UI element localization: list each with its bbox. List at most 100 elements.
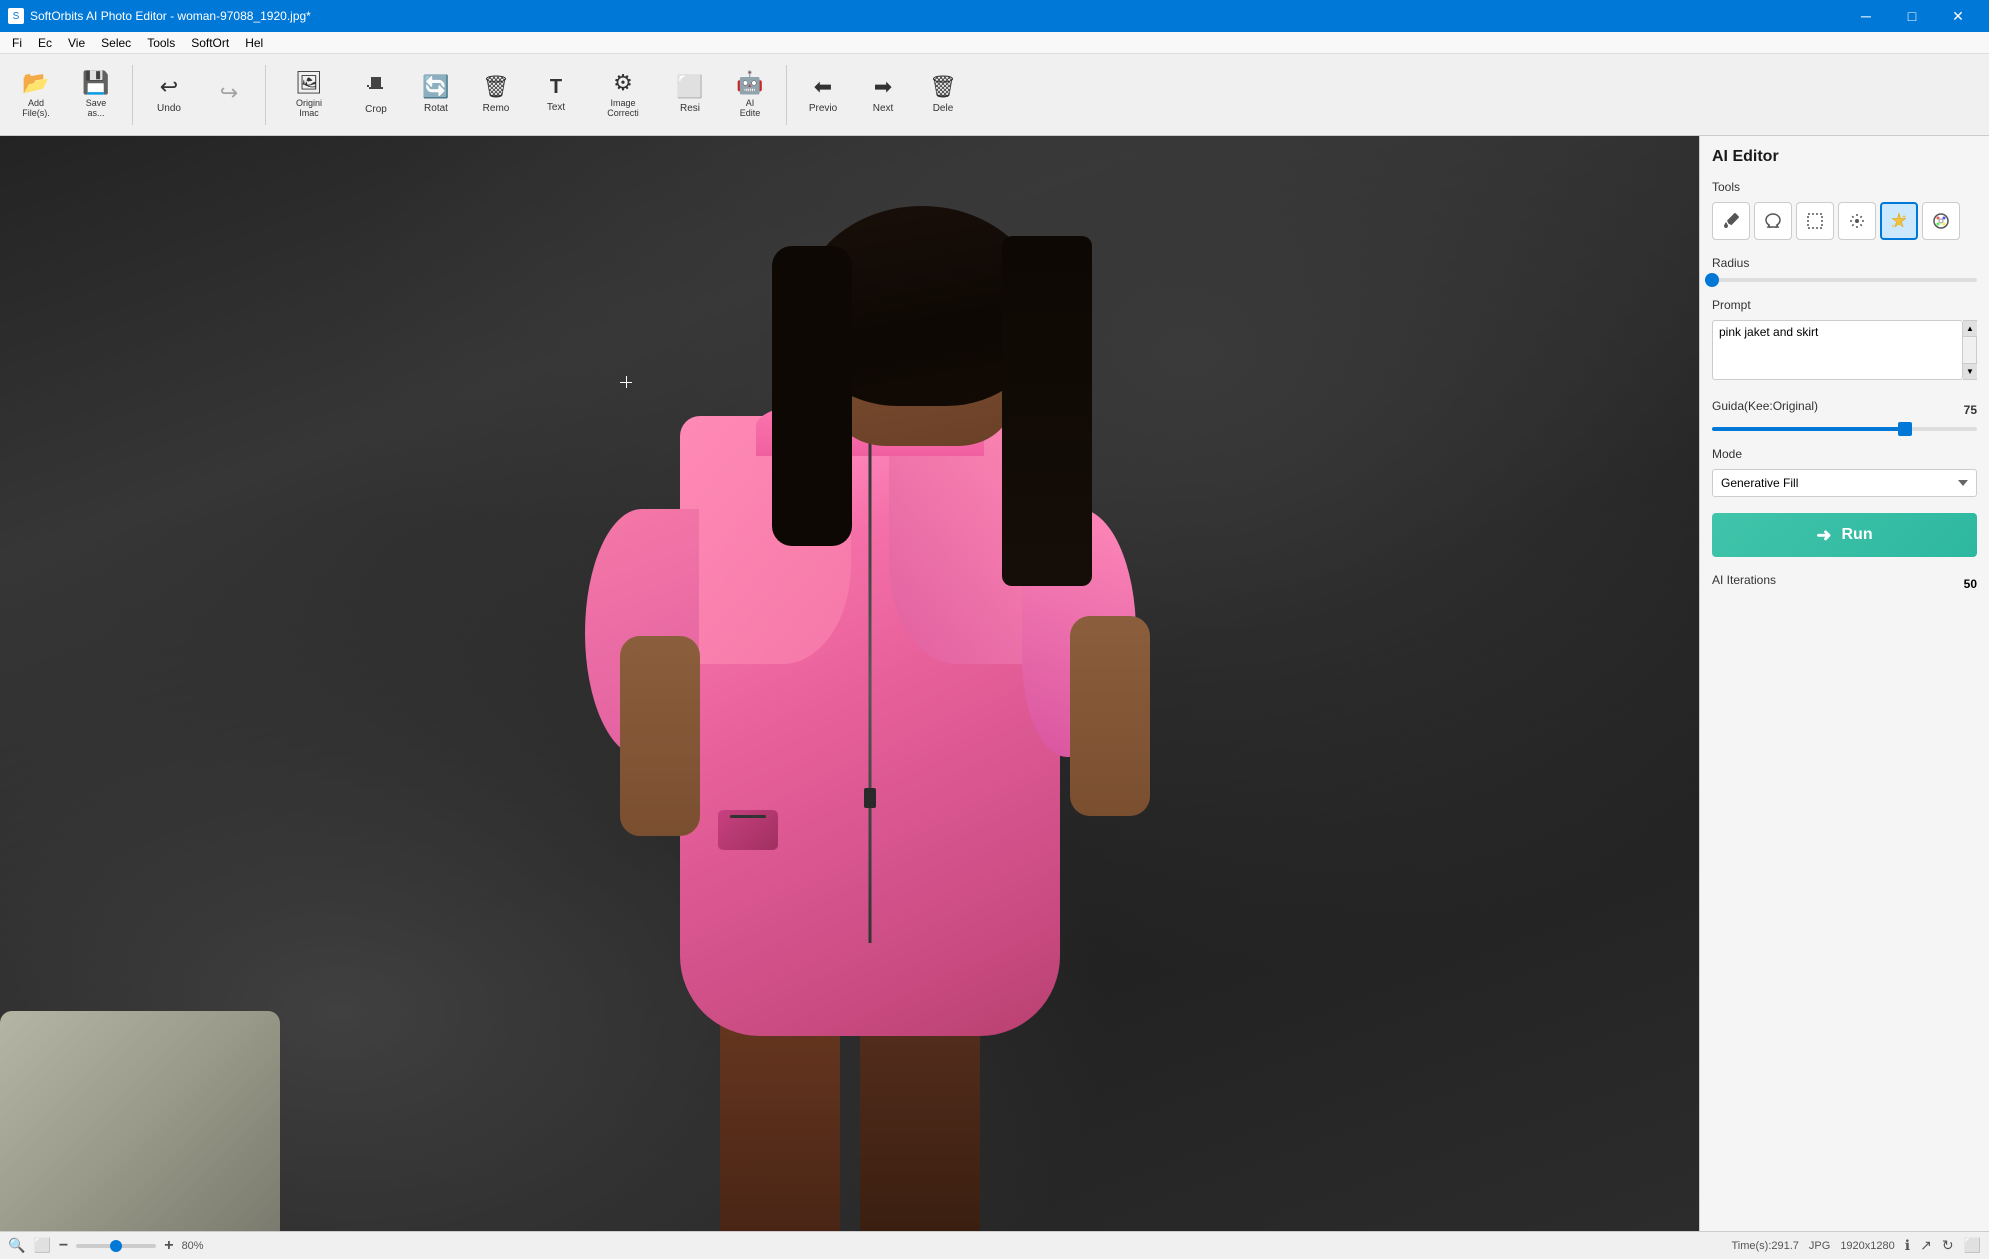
rect-select-button[interactable] — [1796, 202, 1834, 240]
coordinates-display: Time(s):291.7 — [1731, 1240, 1798, 1252]
resize-button[interactable]: ⬜ Resi — [662, 59, 718, 131]
tools-row — [1712, 202, 1977, 240]
redo-button[interactable]: ↪ — [201, 59, 257, 131]
image-correct-button[interactable]: ⚙ ImageCorrecti — [588, 59, 658, 131]
titlebar: S SoftOrbits AI Photo Editor - woman-970… — [0, 0, 1989, 32]
toolbar: 📂 AddFile(s). 💾 Saveas... ↩ Undo ↪ 🖼 Ori… — [0, 54, 1989, 136]
ai-editor-icon: 🤖 — [736, 70, 763, 96]
crop-button[interactable]: Crop — [348, 59, 404, 131]
zoom-slider[interactable] — [76, 1244, 156, 1248]
statusbar-right: Time(s):291.7 JPG 1920x1280 ℹ ↗ ↻ ⬜ — [1731, 1237, 1981, 1254]
save-as-button[interactable]: 💾 Saveas... — [68, 59, 124, 131]
hair-left — [772, 246, 852, 546]
main-layout: AI Editor Tools Radiu — [0, 136, 1989, 1231]
zoom-out-icon[interactable]: 🔍 — [8, 1237, 25, 1254]
guidance-label: Guida(Kee:Original) — [1712, 399, 1818, 413]
guidance-section: Guida(Kee:Original) 75 — [1712, 399, 1977, 431]
delete-button[interactable]: 🗑 Dele — [915, 59, 971, 131]
external-link-icon[interactable]: ↗ — [1920, 1237, 1932, 1254]
guidance-slider[interactable] — [1712, 427, 1977, 431]
menu-fi[interactable]: Fi — [4, 34, 30, 52]
radius-slider[interactable] — [1712, 278, 1977, 282]
previous-button[interactable]: ⬅ Previo — [795, 59, 851, 131]
mode-section: Mode Generative Fill Inpainting Outpaint… — [1712, 447, 1977, 497]
text-icon: T — [550, 75, 562, 99]
undo-icon: ↩ — [160, 74, 178, 100]
menu-tools[interactable]: Tools — [139, 34, 183, 52]
fullscreen-icon[interactable]: ⬜ — [1964, 1237, 1981, 1254]
zipper — [868, 416, 871, 943]
close-button[interactable]: ✕ — [1935, 0, 1981, 32]
prompt-scroll-down-button[interactable]: ▼ — [1963, 363, 1977, 379]
add-files-button[interactable]: 📂 AddFile(s). — [8, 59, 64, 131]
delete-icon: 🗑 — [929, 74, 957, 100]
sparkle-tool-button[interactable] — [1880, 202, 1918, 240]
palette-tool-button[interactable] — [1922, 202, 1960, 240]
radius-section: Radius — [1712, 256, 1977, 282]
prompt-scroll-up-button[interactable]: ▲ — [1963, 321, 1977, 337]
lasso-tool-button[interactable] — [1754, 202, 1792, 240]
next-button[interactable]: ➡ Next — [855, 59, 911, 131]
redo-icon: ↪ — [220, 80, 238, 106]
menu-hel[interactable]: Hel — [237, 34, 271, 52]
pocket-left — [718, 810, 778, 850]
guidance-thumb[interactable] — [1898, 422, 1912, 436]
restore-button[interactable]: □ — [1889, 0, 1935, 32]
iterations-row: AI Iterations 50 — [1712, 573, 1977, 595]
menu-ec[interactable]: Ec — [30, 34, 60, 52]
pocket-zipper — [730, 815, 766, 818]
menu-vie[interactable]: Vie — [60, 34, 93, 52]
undo-button[interactable]: ↩ Undo — [141, 59, 197, 131]
text-button[interactable]: T Text — [528, 59, 584, 131]
arm-left — [620, 636, 700, 836]
menu-softort[interactable]: SoftOrt — [183, 34, 237, 52]
statusbar: 🔍 ⬜ − + 80% Time(s):291.7 JPG 1920x1280 … — [0, 1231, 1989, 1259]
previous-icon: ⬅ — [814, 74, 832, 100]
save-as-icon: 💾 — [82, 70, 109, 96]
resize-icon: ⬜ — [676, 74, 703, 100]
refresh-icon[interactable]: ↻ — [1942, 1237, 1954, 1254]
iterations-value: 50 — [1964, 577, 1977, 591]
crop-icon — [365, 73, 387, 101]
ai-editor-panel: AI Editor Tools Radiu — [1699, 136, 1989, 1231]
radius-thumb[interactable] — [1705, 273, 1719, 287]
menu-selec[interactable]: Selec — [93, 34, 139, 52]
window-title: SoftOrbits AI Photo Editor - woman-97088… — [30, 9, 311, 23]
prompt-label: Prompt — [1712, 298, 1977, 312]
photo-background — [0, 136, 1699, 1231]
run-arrow-icon: ➜ — [1816, 525, 1831, 546]
mode-label: Mode — [1712, 447, 1977, 461]
minimize-button[interactable]: ─ — [1843, 0, 1889, 32]
titlebar-left: S SoftOrbits AI Photo Editor - woman-970… — [8, 8, 311, 24]
guidance-value: 75 — [1964, 403, 1977, 417]
image-correct-icon: ⚙ — [613, 70, 633, 96]
guidance-header: Guida(Kee:Original) 75 — [1712, 399, 1977, 421]
zoom-minus-icon[interactable]: − — [59, 1237, 68, 1255]
run-label: Run — [1841, 526, 1872, 544]
magic-wand-button[interactable] — [1838, 202, 1876, 240]
remove-button[interactable]: 🗑 Remo — [468, 59, 524, 131]
menubar: Fi Ec Vie Selec Tools SoftOrt Hel — [0, 32, 1989, 54]
ai-editor-button[interactable]: 🤖 AIEdite — [722, 59, 778, 131]
guidance-fill — [1712, 427, 1905, 431]
remove-icon: 🗑 — [482, 74, 510, 100]
zoom-plus-icon[interactable]: + — [164, 1237, 173, 1255]
statusbar-left: 🔍 ⬜ − + 80% — [8, 1237, 204, 1255]
info-icon[interactable]: ℹ — [1905, 1237, 1910, 1254]
fit-icon[interactable]: ⬜ — [33, 1237, 50, 1254]
original-image-icon: 🖼 — [295, 70, 323, 96]
zoom-thumb[interactable] — [110, 1240, 122, 1252]
run-button[interactable]: ➜ Run — [1712, 513, 1977, 557]
app-icon: S — [8, 8, 24, 24]
original-image-button[interactable]: 🖼 OriginiImac — [274, 59, 344, 131]
zoom-percent: 80% — [182, 1240, 204, 1252]
brush-tool-button[interactable] — [1712, 202, 1750, 240]
mode-select[interactable]: Generative Fill Inpainting Outpainting — [1712, 469, 1977, 497]
toolbar-separator-1 — [132, 65, 133, 125]
prompt-input[interactable]: pink jaket and skirt — [1712, 320, 1963, 380]
titlebar-controls: ─ □ ✕ — [1843, 0, 1981, 32]
canvas-area[interactable] — [0, 136, 1699, 1231]
add-files-icon: 📂 — [22, 70, 49, 96]
tools-label: Tools — [1712, 180, 1977, 194]
rotate-button[interactable]: 🔄 Rotat — [408, 59, 464, 131]
